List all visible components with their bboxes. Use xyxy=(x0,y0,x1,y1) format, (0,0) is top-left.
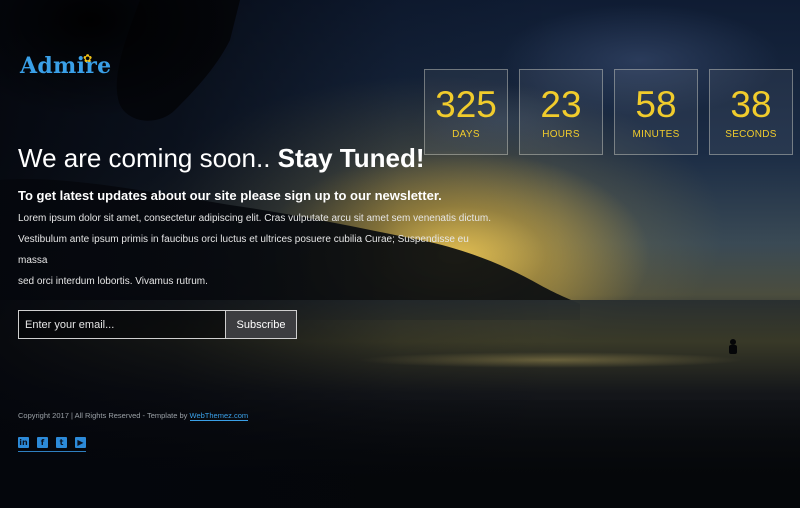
newsletter-form: Subscribe xyxy=(18,310,297,339)
countdown-seconds: 38 SECONDS xyxy=(709,69,793,155)
twitter-icon[interactable]: t xyxy=(56,437,67,448)
email-field[interactable] xyxy=(18,310,225,339)
headline-light: We are coming soon.. xyxy=(18,143,271,173)
brand-logo[interactable]: Admire xyxy=(20,53,111,79)
page-title: We are coming soon.. Stay Tuned! xyxy=(18,143,425,174)
intro-line: Vestibulum ante ipsum primis in faucibus… xyxy=(18,234,469,266)
newsletter-subhead: To get latest updates about our site ple… xyxy=(18,188,442,203)
countdown-seconds-value: 38 xyxy=(730,84,772,125)
countdown-days-label: DAYS xyxy=(452,129,480,140)
social-links: in f t ▶ xyxy=(18,437,86,452)
intro-line: Lorem ipsum dolor sit amet, consectetur … xyxy=(18,213,491,224)
countdown-hours: 23 HOURS xyxy=(519,69,603,155)
subscribe-button[interactable]: Subscribe xyxy=(225,310,297,339)
headline-bold: Stay Tuned! xyxy=(277,143,425,173)
countdown-days-value: 325 xyxy=(435,84,497,125)
copyright-label: Copyright 2017 | All Rights Reserved - T… xyxy=(18,411,188,420)
countdown-days: 325 DAYS xyxy=(424,69,508,155)
countdown-hours-label: HOURS xyxy=(542,129,580,140)
countdown-seconds-label: SECONDS xyxy=(725,129,777,140)
countdown-hours-value: 23 xyxy=(540,84,582,125)
countdown-minutes: 58 MINUTES xyxy=(614,69,698,155)
intro-line: sed orci interdum lobortis. Vivamus rutr… xyxy=(18,276,208,287)
youtube-icon[interactable]: ▶ xyxy=(75,437,86,448)
copyright-text: Copyright 2017 | All Rights Reserved - T… xyxy=(18,411,249,421)
countdown-minutes-label: MINUTES xyxy=(632,129,680,140)
logo-flower-icon: ✿ xyxy=(83,53,93,65)
credit-link[interactable]: WebThemez.com xyxy=(189,411,249,421)
countdown-timer: 325 DAYS 23 HOURS 58 MINUTES 38 SECONDS xyxy=(424,69,793,155)
intro-text: Lorem ipsum dolor sit amet, consectetur … xyxy=(18,208,498,292)
countdown-minutes-value: 58 xyxy=(635,84,677,125)
linkedin-icon[interactable]: in xyxy=(18,437,29,448)
facebook-icon[interactable]: f xyxy=(37,437,48,448)
